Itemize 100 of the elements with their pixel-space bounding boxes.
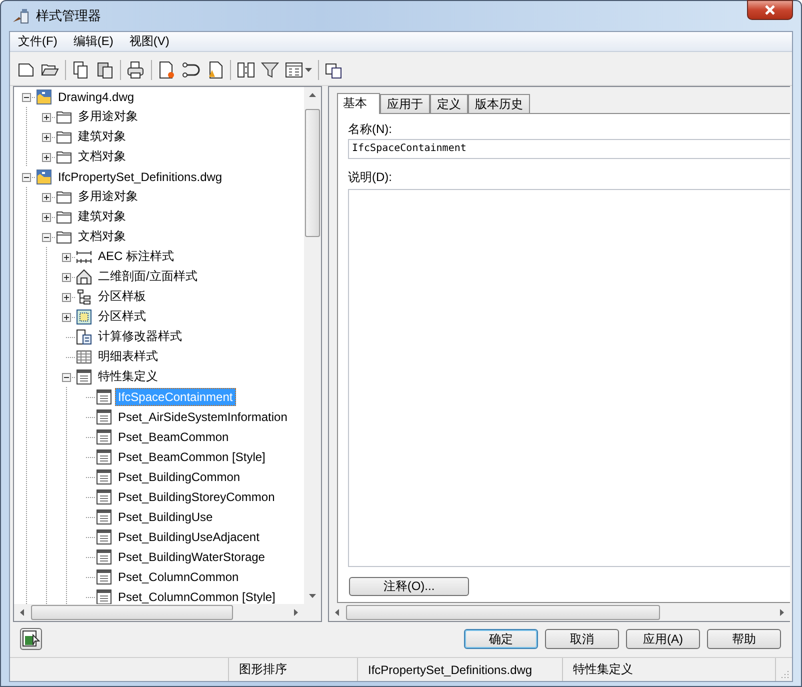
filter-icon[interactable] <box>261 60 279 79</box>
tree-item[interactable]: Pset_BuildingUseAdjacent <box>115 528 262 546</box>
status-text: 特性集定义 <box>563 658 776 681</box>
expand-icon[interactable] <box>62 312 71 322</box>
tree-item[interactable]: 计算修改器样式 <box>95 326 185 348</box>
status-text: IfcPropertySet_Definitions.dwg <box>358 658 563 681</box>
tab[interactable]: 定义 <box>430 94 468 113</box>
list-document-icon <box>96 448 112 465</box>
window-cursor-icon <box>22 630 40 648</box>
app-icon <box>12 8 30 24</box>
scrollbar-thumb[interactable] <box>305 108 320 237</box>
folder-icon <box>56 228 72 245</box>
drawing-file-icon <box>36 168 52 185</box>
tab[interactable]: 版本历史 <box>468 94 530 113</box>
tree-item[interactable]: Pset_BeamCommon <box>115 428 232 446</box>
list-document-icon <box>96 528 112 545</box>
scrollbar-thumb[interactable] <box>31 604 233 620</box>
list-document-icon <box>96 508 112 525</box>
close-icon <box>764 5 776 15</box>
dimension-icon <box>76 248 92 265</box>
folder-icon <box>56 148 72 165</box>
list-document-icon <box>96 428 112 445</box>
expand-icon[interactable] <box>42 112 51 122</box>
dialog-button[interactable]: 取消 <box>545 629 619 650</box>
tree-item[interactable]: IfcPropertySet_Definitions.dwg <box>55 168 226 186</box>
copy-icon[interactable] <box>72 60 90 79</box>
notes-button[interactable]: 注释(O)... <box>349 576 469 596</box>
scrollbar-thumb[interactable] <box>346 604 660 620</box>
calculator-icon <box>76 328 92 345</box>
collapse-icon[interactable] <box>42 232 51 242</box>
house-icon <box>76 268 92 285</box>
grid-view-icon <box>285 60 303 79</box>
toggle-view-button[interactable] <box>20 628 42 650</box>
paste-icon[interactable] <box>96 60 114 79</box>
compare-icon[interactable] <box>237 60 255 79</box>
window-switch-icon[interactable] <box>325 60 343 79</box>
tree-item[interactable]: 明细表样式 <box>95 346 161 368</box>
expand-icon[interactable] <box>42 152 51 162</box>
tree-item[interactable]: Pset_BuildingUse <box>115 508 216 526</box>
zone-icon <box>76 308 92 325</box>
tree-item[interactable]: 建筑对象 <box>75 206 129 228</box>
tree-item[interactable]: Pset_AirSideSystemInformation <box>115 408 290 426</box>
folder-icon <box>56 128 72 145</box>
hierarchy-icon <box>76 288 92 305</box>
list-document-icon <box>96 408 112 425</box>
list-document-icon <box>76 368 92 385</box>
list-document-icon <box>96 568 112 585</box>
menu-item[interactable]: 编辑(E) <box>67 32 120 50</box>
collapse-icon[interactable] <box>22 172 31 182</box>
tree-item[interactable]: 文档对象 <box>75 226 129 248</box>
tree-item[interactable]: 多用途对象 <box>75 106 141 128</box>
collapse-icon[interactable] <box>22 92 31 102</box>
field-label: 名称(N): <box>348 120 393 138</box>
folder-icon <box>56 108 72 125</box>
view-dropdown[interactable] <box>285 60 312 79</box>
tree-item[interactable]: 文档对象 <box>75 146 129 168</box>
tree-item[interactable]: 多用途对象 <box>75 186 141 208</box>
window-title: 样式管理器 <box>36 7 101 25</box>
dialog-button[interactable]: 应用(A) <box>626 629 700 650</box>
close-button[interactable] <box>747 0 793 20</box>
menu-item[interactable]: 文件(F) <box>12 32 64 50</box>
tree-item[interactable]: 特性集定义 <box>95 366 161 388</box>
collapse-icon[interactable] <box>62 372 71 382</box>
drawing-file-icon <box>36 88 52 105</box>
tree-item[interactable]: AEC 标注样式 <box>95 246 178 268</box>
tree-item[interactable]: Pset_BeamCommon [Style] <box>115 448 268 466</box>
tree-item[interactable]: 分区样板 <box>95 286 149 308</box>
folder-icon <box>56 208 72 225</box>
tree-item[interactable]: 二维剖面/立面样式 <box>95 266 200 288</box>
new-document-icon[interactable] <box>17 60 35 79</box>
menu-item[interactable]: 视图(V) <box>123 32 176 50</box>
dialog-button[interactable]: 帮助 <box>707 629 781 650</box>
tree-item[interactable]: Drawing4.dwg <box>55 88 138 106</box>
tree-item[interactable]: Pset_ColumnCommon <box>115 568 242 586</box>
field-label: 说明(D): <box>348 168 393 186</box>
tree-item[interactable]: 建筑对象 <box>75 126 129 148</box>
tree-item[interactable]: Pset_BuildingStoreyCommon <box>115 488 278 506</box>
tab[interactable]: 应用于 <box>380 94 430 113</box>
status-text: 图形排序 <box>229 658 358 681</box>
tree-item[interactable]: Pset_BuildingCommon <box>115 468 244 486</box>
list-document-icon <box>96 548 112 565</box>
expand-icon[interactable] <box>42 132 51 142</box>
expand-icon[interactable] <box>42 212 51 222</box>
list-document-icon <box>96 468 112 485</box>
tab[interactable]: 基本 <box>337 92 380 114</box>
tree-item[interactable]: 分区样式 <box>95 306 149 328</box>
list-document-icon <box>96 588 112 604</box>
resize-grip-icon[interactable] <box>780 669 790 679</box>
expand-icon[interactable] <box>62 252 71 262</box>
tree-item[interactable]: Pset_ColumnCommon [Style] <box>115 588 278 604</box>
list-document-icon <box>96 388 112 405</box>
expand-icon[interactable] <box>42 192 51 202</box>
dialog-button[interactable]: 确定 <box>464 629 538 650</box>
printer-icon[interactable] <box>127 60 145 79</box>
list-document-icon <box>96 488 112 505</box>
expand-icon[interactable] <box>62 292 71 302</box>
name-field[interactable]: IfcSpaceContainment <box>348 138 790 159</box>
expand-icon[interactable] <box>62 272 71 282</box>
tree-item[interactable]: Pset_BuildingWaterStorage <box>115 548 268 566</box>
description-field[interactable] <box>348 188 790 567</box>
